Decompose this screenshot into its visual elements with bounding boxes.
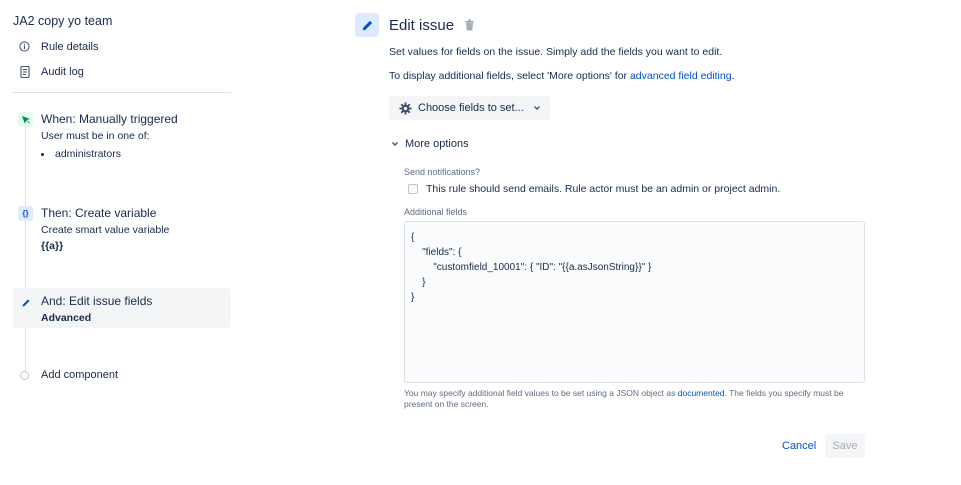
panel-title: Edit issue (389, 16, 455, 34)
nav-rule-details-label: Rule details (41, 40, 99, 53)
cursor-icon (18, 112, 33, 127)
help-text: You may specify additional field values … (404, 388, 678, 398)
send-notifications-text: This rule should send emails. Rule actor… (426, 183, 781, 195)
description-suffix: . (731, 70, 735, 82)
rule-title: JA2 copy yo team (13, 14, 113, 28)
gear-icon (399, 101, 412, 115)
additional-fields-label: Additional fields (404, 207, 468, 217)
step-when-title: When: Manually triggered (41, 112, 178, 126)
send-notifications-checkbox[interactable] (408, 184, 418, 194)
documented-link[interactable]: documented (678, 388, 725, 398)
more-options-toggle[interactable]: More options (391, 138, 469, 150)
save-button[interactable]: Save (825, 434, 865, 458)
step-then-sub: Create smart value variable (41, 224, 170, 236)
list-item: administrators (41, 148, 231, 160)
step-and-edit-issue[interactable]: And: Edit issue fields Advanced (13, 288, 231, 328)
advanced-field-editing-link[interactable]: advanced field editing (630, 70, 732, 82)
rule-sidebar: JA2 copy yo team Rule details Audit log … (0, 0, 240, 485)
step-then-create-variable[interactable]: {} Then: Create variable Create smart va… (13, 206, 231, 252)
add-component-label: Add component (41, 369, 119, 381)
send-notifications-label: Send notifications? (404, 167, 481, 177)
cancel-button[interactable]: Cancel (775, 435, 823, 457)
nav-rule-details[interactable]: Rule details (18, 40, 98, 53)
document-icon (18, 65, 31, 78)
info-icon (18, 40, 31, 53)
choose-fields-dropdown[interactable]: Choose fields to set... (389, 96, 550, 120)
chevron-down-icon (392, 142, 398, 146)
more-options-label: More options (405, 138, 469, 150)
add-component-button[interactable]: Add component (20, 369, 118, 381)
additional-fields-help: You may specify additional field values … (404, 388, 869, 410)
edit-issue-panel: Edit issue Set values for fields on the … (355, 0, 875, 485)
pencil-icon (18, 295, 33, 310)
nav-audit-log[interactable]: Audit log (18, 65, 84, 78)
choose-fields-label: Choose fields to set... (418, 102, 524, 114)
step-when-sub: User must be in one of: (41, 130, 150, 142)
step-then-title: Then: Create variable (41, 206, 157, 220)
braces-icon: {} (18, 206, 33, 221)
panel-description: Set values for fields on the issue. Simp… (389, 46, 723, 58)
circle-icon (20, 370, 29, 380)
panel-header: Edit issue (355, 13, 475, 37)
nav-audit-log-label: Audit log (41, 65, 84, 78)
chevron-down-icon (533, 106, 540, 110)
sidebar-divider (12, 92, 231, 93)
send-notifications-row[interactable]: This rule should send emails. Rule actor… (408, 183, 780, 195)
step-then-value: {{a}} (41, 240, 64, 252)
trash-icon[interactable] (464, 19, 475, 31)
step-when-list: administrators (41, 148, 231, 160)
description-text: To display additional fields, select 'Mo… (389, 70, 630, 82)
pencil-icon (355, 13, 379, 37)
step-and-title: And: Edit issue fields (41, 294, 153, 308)
step-when-trigger[interactable]: When: Manually triggered User must be in… (13, 112, 231, 160)
step-and-value: Advanced (41, 312, 92, 324)
additional-fields-editor[interactable]: { "fields": { "customfield_10001": { "ID… (404, 221, 865, 383)
panel-description-more: To display additional fields, select 'Mo… (389, 70, 734, 82)
